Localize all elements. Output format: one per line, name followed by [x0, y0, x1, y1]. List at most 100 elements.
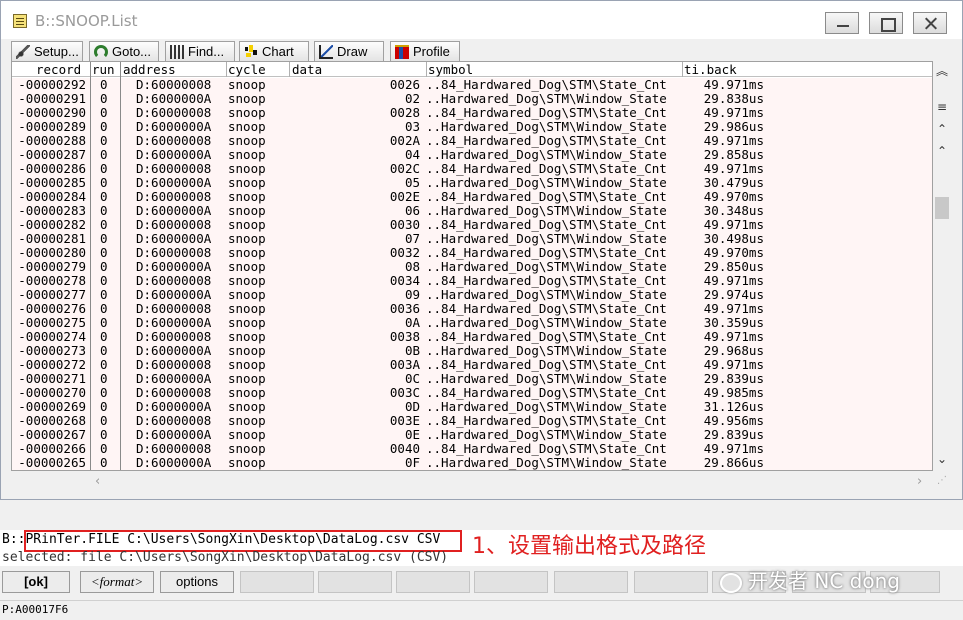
scroll-up-icon[interactable]: ⌃ [936, 123, 948, 135]
symbol-cell: ..84_Hardwared_Dog\STM\State_Cnt [426, 105, 667, 120]
scroll-left-icon[interactable]: ‹ [95, 474, 100, 489]
find-button[interactable]: Find... [165, 41, 235, 62]
col-address[interactable]: address [123, 62, 176, 77]
scroll-up-small-icon[interactable]: ⌃ [936, 145, 948, 157]
col-record[interactable]: record [36, 62, 81, 77]
table-row[interactable]: -00000283 0 D:6000000A snoop 06 ..Hardwared_D… [12, 203, 932, 218]
address-cell: D:60000008 [136, 245, 212, 260]
data-cell: 0034 [389, 273, 420, 288]
table-row[interactable]: -00000274 0 D:60000008 snoop 0038 ..84_Hardwa… [12, 329, 932, 344]
close-icon [914, 13, 946, 33]
wechat-icon [720, 572, 742, 593]
data-cell: 05 [404, 175, 420, 190]
ti-back-cell: 49.971ms [703, 161, 764, 176]
col-ti-back[interactable]: ti.back [684, 62, 737, 77]
ti-back-cell: 49.970ms [703, 245, 764, 260]
table-row[interactable]: -00000266 0 D:60000008 snoop 0040 ..84_Hardwa… [12, 441, 932, 456]
table-row[interactable]: -00000292 0 D:60000008 snoop 0026 ..84_Hardwa… [12, 77, 932, 92]
profile-button[interactable]: Profile [390, 41, 460, 62]
ok-softkey[interactable]: [ok] [2, 571, 70, 593]
resize-grip-icon[interactable]: ⋰ [937, 475, 949, 489]
table-row[interactable]: -00000282 0 D:60000008 snoop 0030 ..84_Hardwa… [12, 217, 932, 232]
table-row[interactable]: -00000272 0 D:60000008 snoop 003A ..84_Hardwa… [12, 357, 932, 372]
ti-back-cell: 49.971ms [703, 77, 764, 92]
run-cell: 0 [100, 161, 108, 176]
cycle-cell: snoop [228, 287, 266, 302]
table-row[interactable]: -00000267 0 D:6000000A snoop 0E ..Hardwared_D… [12, 427, 932, 442]
table-row[interactable]: -00000286 0 D:60000008 snoop 002C ..84_Hardwa… [12, 161, 932, 176]
cycle-cell: snoop [228, 161, 266, 176]
col-cycle[interactable]: cycle [228, 62, 266, 77]
col-run[interactable]: run [92, 62, 115, 77]
run-cell: 0 [100, 105, 108, 120]
table-row[interactable]: -00000269 0 D:6000000A snoop 0D ..Hardwared_D… [12, 400, 932, 414]
run-cell: 0 [100, 77, 108, 92]
table-row[interactable]: -00000288 0 D:60000008 snoop 002A ..84_Hardwa… [12, 134, 932, 148]
cycle-cell: snoop [228, 329, 266, 344]
table-row[interactable]: -00000273 0 D:6000000A snoop 0B ..Hardwared_D… [12, 344, 932, 358]
record-cell: -00000268 [18, 413, 86, 428]
col-data[interactable]: data [292, 62, 322, 77]
draw-label: Draw [337, 44, 368, 59]
run-cell: 0 [100, 259, 108, 274]
options-softkey[interactable]: options [160, 571, 234, 593]
status-address: P:A00017F6 [2, 603, 69, 616]
cycle-cell: snoop [228, 413, 266, 428]
data-cell: 06 [404, 203, 420, 218]
table-row[interactable]: -00000270 0 D:60000008 snoop 003C ..84_Hardwa… [12, 386, 932, 400]
column-header: record run address cycle data symbol ti.… [12, 62, 932, 77]
record-cell: -00000266 [18, 441, 86, 456]
table-row[interactable]: -00000291 0 D:6000000A snoop 02 ..Hardwared_D… [12, 92, 932, 106]
table-row[interactable]: -00000277 0 D:6000000A snoop 09 ..Hardwared_D… [12, 287, 932, 302]
table-row[interactable]: -00000279 0 D:6000000A snoop 08 ..Hardwared_D… [12, 259, 932, 274]
table-row[interactable]: -00000280 0 D:60000008 snoop 0032 ..84_Hardwa… [12, 245, 932, 260]
ti-back-cell: 29.974us [703, 287, 764, 302]
horizontal-scrollbar[interactable]: ‹ › [91, 472, 933, 490]
table-row[interactable]: -00000290 0 D:60000008 snoop 0028 ..84_Hardwa… [12, 105, 932, 120]
vertical-scrollbar[interactable]: ︽ ≡ ⌃ ⌃ ⌄ [933, 61, 951, 471]
table-row[interactable]: -00000278 0 D:60000008 snoop 0034 ..84_Hardwa… [12, 273, 932, 288]
table-row[interactable]: -00000276 0 D:60000008 snoop 0036 ..84_Hardwa… [12, 302, 932, 316]
symbol-cell: ..Hardwared_Dog\STM\Window_State [426, 371, 667, 386]
cycle-cell: snoop [228, 427, 266, 442]
minimize-button[interactable] [825, 12, 859, 34]
table-row[interactable]: -00000281 0 D:6000000A snoop 07 ..Hardwared_D… [12, 232, 932, 246]
trace-list[interactable]: record run address cycle data symbol ti.… [11, 61, 933, 471]
table-row[interactable]: -00000287 0 D:6000000A snoop 04 ..Hardwared_D… [12, 147, 932, 162]
table-row[interactable]: -00000289 0 D:6000000A snoop 03 ..Hardwared_D… [12, 119, 932, 134]
setup-button[interactable]: Setup... [11, 41, 83, 62]
format-softkey[interactable]: <format> [80, 571, 154, 593]
data-cell: 0A [404, 315, 420, 330]
table-row[interactable]: -00000275 0 D:6000000A snoop 0A ..Hardwared_D… [12, 315, 932, 330]
table-row[interactable]: -00000285 0 D:6000000A snoop 05 ..Hardwared_D… [12, 175, 932, 190]
table-row[interactable]: -00000265 0 D:6000000A snoop 0F ..Hardwared_D… [12, 455, 932, 470]
scroll-down-icon[interactable]: ⌄ [936, 453, 948, 465]
record-cell: -00000282 [18, 217, 86, 232]
table-row[interactable]: -00000271 0 D:6000000A snoop 0C ..Hardwared_D… [12, 371, 932, 386]
chart-button[interactable]: Chart [239, 41, 309, 62]
maximize-button[interactable] [869, 12, 903, 34]
record-cell: -00000287 [18, 147, 86, 162]
data-cell: 002E [389, 189, 420, 204]
close-button[interactable] [913, 12, 947, 34]
record-cell: -00000279 [18, 259, 86, 274]
minimize-icon [826, 13, 858, 33]
goto-button[interactable]: Goto... [89, 41, 159, 62]
scroll-top-icon[interactable]: ︽ [936, 65, 948, 77]
scroll-right-icon[interactable]: › [917, 474, 922, 489]
title-bar[interactable]: B::SNOOP.List [1, 1, 962, 39]
record-cell: -00000283 [18, 203, 86, 218]
symbol-cell: ..Hardwared_Dog\STM\Window_State [426, 315, 667, 330]
data-cell: 03 [404, 119, 420, 134]
table-row[interactable]: -00000284 0 D:60000008 snoop 002E ..84_Hardwa… [12, 189, 932, 204]
symbol-cell: ..84_Hardwared_Dog\STM\State_Cnt [426, 273, 667, 288]
address-cell: D:6000000A [136, 455, 212, 470]
table-row[interactable]: -00000268 0 D:60000008 snoop 003E ..84_Hardwa… [12, 413, 932, 428]
ti-back-cell: 30.479us [703, 175, 764, 190]
draw-button[interactable]: Draw [314, 41, 384, 62]
scrollbar-thumb[interactable] [935, 197, 949, 219]
record-cell: -00000267 [18, 427, 86, 442]
col-symbol[interactable]: symbol [428, 62, 473, 77]
scroll-page-icon[interactable]: ≡ [936, 101, 948, 113]
ti-back-cell: 49.971ms [703, 357, 764, 372]
